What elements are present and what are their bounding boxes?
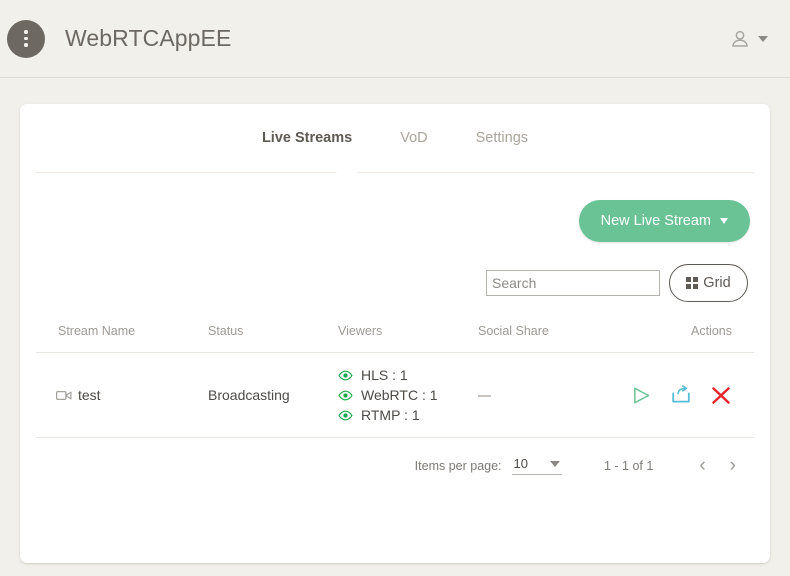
primary-action-row: New Live Stream — [20, 172, 770, 242]
column-header-actions: Actions — [628, 324, 754, 353]
menu-dot — [24, 36, 28, 41]
viewer-label: WebRTC : 1 — [361, 387, 438, 403]
grid-view-button[interactable]: Grid — [669, 264, 748, 302]
social-share-empty-dash — [478, 395, 491, 398]
next-page-button[interactable]: › — [718, 454, 748, 477]
table-row[interactable]: test Broadcasting HLS : 1 WebRTC: 1 RTM… — [36, 352, 754, 438]
user-account-menu[interactable] — [729, 28, 768, 50]
app-title: WebRTCAppEE — [65, 25, 232, 51]
chevron-down-icon — [550, 460, 560, 467]
viewer-label: RTMP : 1 — [361, 407, 420, 423]
cell-actions — [628, 352, 754, 438]
menu-dot — [24, 30, 28, 34]
items-per-page-select[interactable]: 10 — [511, 456, 562, 475]
viewer-item: WebRTC : 1 — [338, 385, 478, 405]
column-header-viewers: Viewers — [338, 324, 478, 353]
items-per-page-label: Items per page: — [414, 458, 502, 473]
active-tab-pointer — [336, 162, 358, 173]
grid-view-icon — [686, 277, 699, 289]
chevron-down-icon — [758, 35, 768, 42]
streams-table-container: Stream Name Status Viewers Social Share … — [20, 302, 770, 438]
user-account-icon — [729, 28, 751, 50]
play-icon — [634, 387, 650, 403]
table-toolbar: Grid — [20, 242, 770, 302]
main-content-card: Live Streams VoD Settings New Live Strea… — [20, 104, 770, 563]
share-icon — [672, 385, 690, 403]
cell-stream-name: test — [36, 352, 208, 438]
stream-name-text: test — [78, 387, 101, 403]
tab-vod[interactable]: VoD — [398, 126, 429, 150]
viewer-label: HLS : 1 — [361, 367, 408, 383]
play-stream-button[interactable] — [631, 386, 652, 405]
streams-table: Stream Name Status Viewers Social Share … — [36, 324, 754, 438]
tab-bar: Live Streams VoD Settings — [20, 104, 770, 173]
share-stream-button[interactable] — [670, 385, 692, 405]
close-x-icon — [712, 386, 730, 404]
eye-icon — [338, 410, 353, 421]
cell-social-share — [478, 352, 628, 438]
kebab-menu-icon[interactable] — [7, 19, 45, 58]
cell-viewers: HLS : 1 WebRTC : 1 RTMP: 1 — [338, 352, 478, 438]
tab-divider — [36, 172, 754, 173]
column-header-social-share: Social Share — [478, 324, 628, 353]
viewer-item: RTMP : 1 — [338, 405, 478, 425]
search-input[interactable] — [486, 270, 660, 296]
eye-icon — [338, 390, 353, 401]
table-head: Stream Name Status Viewers Social Share … — [36, 324, 754, 353]
eye-icon — [338, 370, 353, 381]
delete-stream-button[interactable] — [710, 385, 732, 406]
menu-dot — [24, 43, 28, 47]
app-header: WebRTCAppEE — [0, 0, 790, 78]
column-header-stream-name: Stream Name — [36, 324, 208, 353]
previous-page-button[interactable]: ‹ — [687, 454, 717, 477]
viewer-item: HLS : 1 — [338, 365, 478, 385]
grid-view-label: Grid — [703, 275, 731, 291]
pagination-range-label: 1 - 1 of 1 — [604, 458, 654, 473]
videocam-icon — [56, 389, 72, 402]
table-body: test Broadcasting HLS : 1 WebRTC: 1 RTM… — [36, 352, 754, 438]
new-live-stream-label: New Live Stream — [600, 213, 711, 229]
tab-live-streams[interactable]: Live Streams — [260, 126, 354, 150]
column-header-status: Status — [208, 324, 338, 353]
paginator: Items per page: 10 1 - 1 of 1 ‹ › — [20, 438, 770, 477]
cell-status: Broadcasting — [208, 352, 338, 438]
table-header-row: Stream Name Status Viewers Social Share … — [36, 324, 754, 353]
items-per-page-value: 10 — [513, 456, 528, 471]
chevron-down-icon — [720, 218, 728, 224]
new-live-stream-button[interactable]: New Live Stream — [578, 200, 750, 242]
tab-settings[interactable]: Settings — [474, 126, 530, 150]
